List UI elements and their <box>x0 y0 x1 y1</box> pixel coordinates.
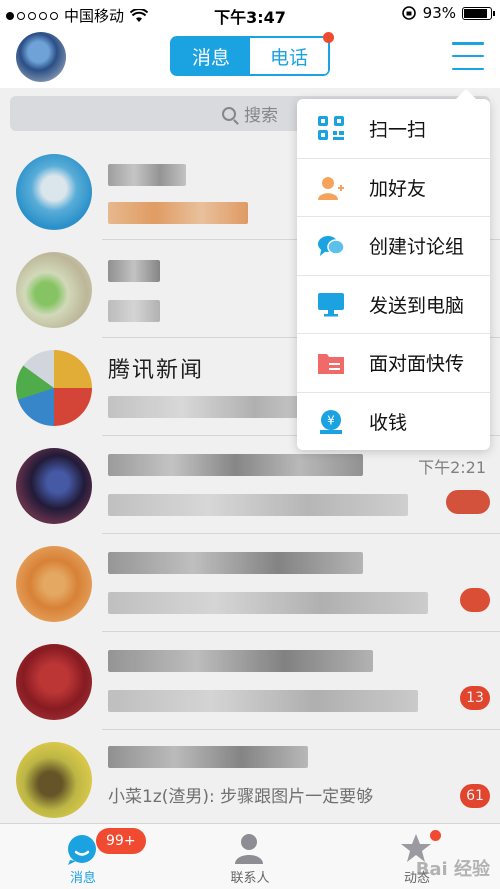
scan-icon <box>318 116 344 140</box>
menu-item-scan[interactable]: 扫一扫 <box>297 99 490 158</box>
menu-item-face-to-face[interactable]: 面对面快传 <box>297 333 490 392</box>
tab-contacts[interactable]: 联系人 <box>167 824 333 889</box>
tab-calls[interactable]: 电话 <box>250 32 334 74</box>
menu-item-label: 发送到电脑 <box>369 294 465 317</box>
menu-item-create-group[interactable]: 创建讨论组 <box>297 216 490 275</box>
tab-messages-bottom[interactable]: 99+ 消息 <box>0 824 166 889</box>
message-bubble-icon <box>68 835 96 865</box>
messages-unread-badge: 99+ <box>96 828 146 854</box>
battery-icon <box>462 6 495 20</box>
battery-percent: 93% <box>422 4 456 22</box>
menu-item-label: 扫一扫 <box>369 118 427 141</box>
feeds-unread-dot <box>430 830 441 841</box>
more-menu-button[interactable] <box>452 42 484 70</box>
menu-item-label: 面对面快传 <box>369 353 465 376</box>
menu-item-label: 创建讨论组 <box>369 236 465 259</box>
receive-money-icon: ¥ <box>320 409 342 434</box>
plus-dropdown-menu: 扫一扫 加好友 创建讨论组 发送到电脑 面对面快传 ¥ 收钱 <box>297 89 490 451</box>
menu-item-label: 加好友 <box>369 177 427 200</box>
status-bar: 中国移动 下午3:47 93% <box>0 0 500 28</box>
menu-item-label: 收钱 <box>369 411 408 434</box>
bottom-tab-bar: 99+ 消息 联系人 动态 Bai 经验 <box>0 823 500 889</box>
send-to-computer-icon <box>318 292 344 316</box>
menu-item-send-to-pc[interactable]: 发送到电脑 <box>297 274 490 334</box>
calls-unread-dot <box>323 32 334 43</box>
add-friend-icon <box>318 176 344 200</box>
discussion-group-icon <box>318 236 345 256</box>
message-call-switch: 消息 电话 <box>170 32 334 76</box>
tab-calls-label: 电话 <box>269 46 308 69</box>
contacts-icon <box>235 834 263 864</box>
status-right: 93% <box>401 4 495 22</box>
menu-item-receive-money[interactable]: ¥ 收钱 <box>297 391 490 451</box>
watermark: Bai 经验 <box>415 859 490 880</box>
tab-label: 联系人 <box>230 871 270 886</box>
svg-text:¥: ¥ <box>327 413 335 427</box>
rotation-lock-icon <box>401 6 416 20</box>
top-header: 消息 电话 <box>0 28 500 88</box>
tab-label: 消息 <box>69 871 96 886</box>
face-to-face-transfer-icon <box>318 354 344 374</box>
user-avatar[interactable] <box>16 32 66 82</box>
menu-item-add-friend[interactable]: 加好友 <box>297 157 490 217</box>
tab-messages[interactable]: 消息 <box>172 38 250 74</box>
